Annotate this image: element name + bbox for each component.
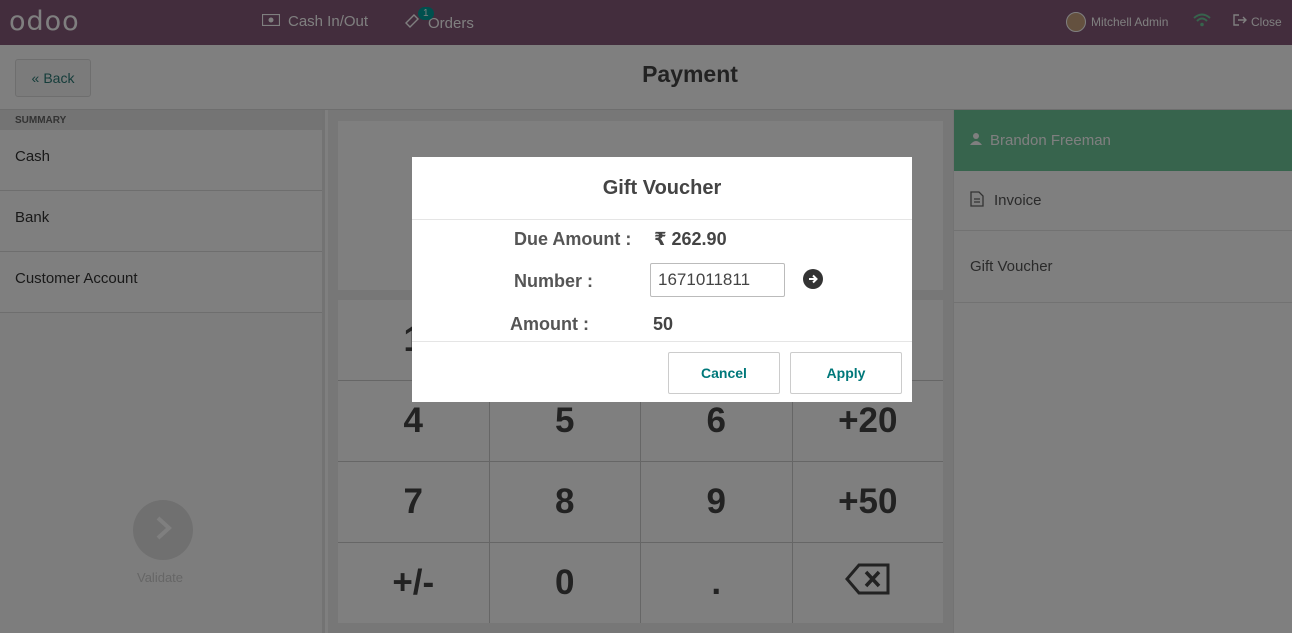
arrow-circle-right-icon[interactable] [803,269,823,289]
cancel-button[interactable]: Cancel [668,352,780,394]
amount-value: 50 [653,314,674,334]
due-amount-value: ₹ 262.90 [654,229,727,249]
number-label: Number : [514,271,594,291]
due-amount-label: Due Amount : [514,229,632,249]
dialog-footer: Cancel Apply [412,341,912,402]
voucher-number-input[interactable] [650,263,785,297]
apply-button[interactable]: Apply [790,352,902,394]
dialog-title: Gift Voucher [412,157,912,220]
gift-voucher-dialog: Gift Voucher Due Amount : ₹ 262.90 Numbe… [412,157,912,402]
amount-label: Amount : [510,314,589,334]
